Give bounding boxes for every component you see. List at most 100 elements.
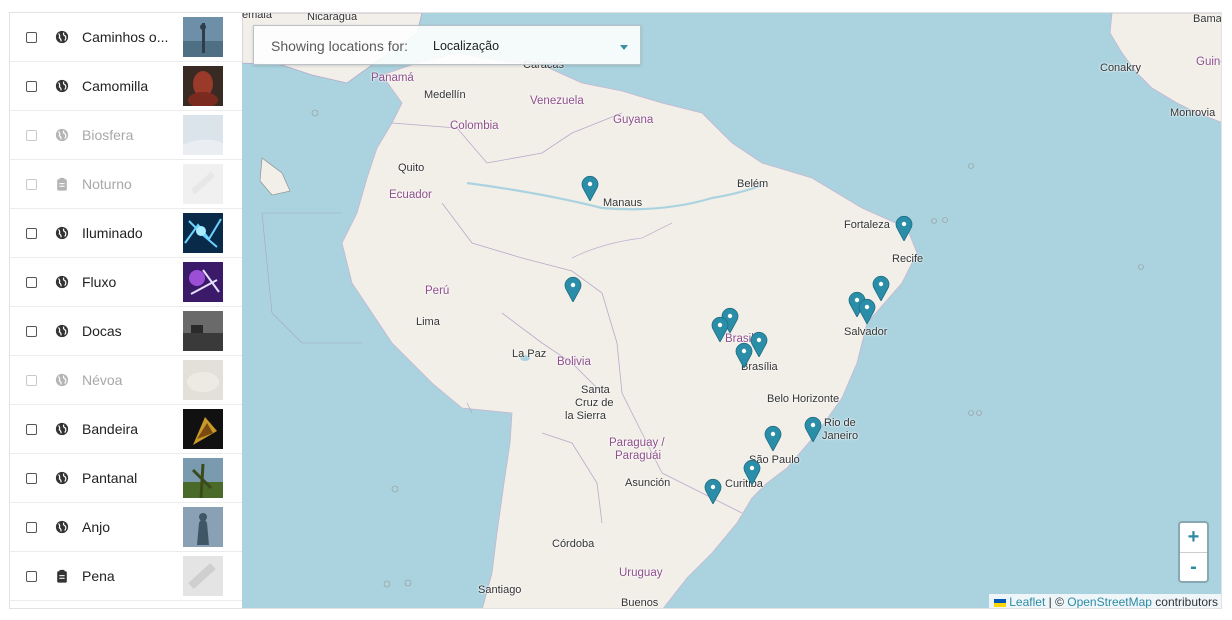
map-view[interactable]: emala Nicaragua Panamá Medellín Colombia… <box>242 13 1221 609</box>
globe-icon <box>55 422 69 436</box>
layer-label: Pena <box>82 568 115 584</box>
map-label: Ecuador <box>389 189 432 201</box>
list-item[interactable]: Camomilla <box>10 62 242 111</box>
map-label: Colombia <box>450 120 499 132</box>
map-label: Cruz de <box>575 397 614 409</box>
globe-icon <box>55 275 69 289</box>
layer-checkbox[interactable] <box>26 522 37 533</box>
map-label: Guinée <box>1196 56 1221 68</box>
map-marker[interactable] <box>895 215 913 241</box>
map-marker[interactable] <box>735 342 753 368</box>
list-item[interactable]: Anjo <box>10 503 242 552</box>
layer-label: Camomilla <box>82 78 149 94</box>
layer-checkbox[interactable] <box>26 571 37 582</box>
map-marker[interactable] <box>858 298 876 324</box>
layer-label: Iluminado <box>82 225 143 241</box>
zoom-control: + - <box>1178 521 1209 583</box>
map-label: La Paz <box>512 348 547 360</box>
openstreetmap-link[interactable]: OpenStreetMap <box>1067 595 1152 608</box>
layer-checkbox[interactable] <box>26 130 37 141</box>
list-item[interactable]: Caminhos o... <box>10 13 242 62</box>
layer-thumbnail <box>183 556 223 596</box>
list-item[interactable]: Noturno <box>10 160 242 209</box>
list-item[interactable]: Bandeira <box>10 405 242 454</box>
attribution-contributors: contributors <box>1151 595 1218 609</box>
map-label: Córdoba <box>552 538 595 550</box>
layer-thumbnail <box>183 115 223 155</box>
layer-thumbnail <box>183 164 223 204</box>
layer-checkbox[interactable] <box>26 326 37 337</box>
layer-checkbox[interactable] <box>26 228 37 239</box>
list-item[interactable]: Docas <box>10 307 242 356</box>
map-label: Janeiro <box>822 430 859 442</box>
map-label: Manaus <box>603 197 643 209</box>
map-label: Santiago <box>478 584 522 596</box>
layer-label: Fluxo <box>82 274 117 290</box>
list-item[interactable]: Pantanal <box>10 454 242 503</box>
globe-icon <box>55 128 69 142</box>
map-label: Asunción <box>625 477 671 489</box>
layer-label: Biosfera <box>82 127 134 143</box>
map-label: Salvador <box>844 326 888 338</box>
leaflet-link[interactable]: Leaflet <box>1009 595 1045 608</box>
layer-checkbox[interactable] <box>26 375 37 386</box>
map-label: Lima <box>416 316 440 328</box>
zoom-out-button[interactable]: - <box>1180 552 1207 582</box>
globe-icon <box>55 226 69 240</box>
map-marker[interactable] <box>711 316 729 342</box>
globe-icon <box>55 373 69 387</box>
globe-icon <box>55 520 69 534</box>
layer-label: Docas <box>82 323 122 339</box>
layer-checkbox[interactable] <box>26 32 37 43</box>
map-marker[interactable] <box>764 425 782 451</box>
filter-selected-value[interactable]: Localização <box>433 39 499 53</box>
zoom-in-button[interactable]: + <box>1180 523 1207 552</box>
layer-label: Pantanal <box>82 470 138 486</box>
layer-thumbnail <box>183 409 223 449</box>
layer-checkbox[interactable] <box>26 179 37 190</box>
layer-thumbnail <box>183 311 223 351</box>
map-label: Rio de <box>824 417 856 429</box>
layer-thumbnail <box>183 262 223 302</box>
map-marker[interactable] <box>581 175 599 201</box>
layer-checkbox[interactable] <box>26 424 37 435</box>
map-label: Guyana <box>613 114 654 126</box>
globe-icon <box>55 79 69 93</box>
map-label: Monrovia <box>1170 107 1216 119</box>
layer-label: Névoa <box>82 372 123 388</box>
layer-thumbnail <box>183 66 223 106</box>
list-item[interactable]: Iluminado <box>10 209 242 258</box>
map-marker[interactable] <box>564 276 582 302</box>
layer-checkbox[interactable] <box>26 473 37 484</box>
list-item[interactable]: Biosfera <box>10 111 242 160</box>
layer-checkbox[interactable] <box>26 81 37 92</box>
map-label: Venezuela <box>530 95 584 107</box>
map-marker[interactable] <box>704 478 722 504</box>
map-attribution: Leaflet | © OpenStreetMap contributors <box>989 594 1221 609</box>
globe-icon <box>55 471 69 485</box>
layer-label: Bandeira <box>82 421 139 437</box>
globe-icon <box>55 324 69 338</box>
map-label: Nicaragua <box>307 13 358 23</box>
layer-label: Anjo <box>82 519 111 535</box>
list-item[interactable]: Pena <box>10 552 242 601</box>
caret-down-icon[interactable] <box>620 45 628 50</box>
map-label: Santa <box>581 384 610 396</box>
map-label: Quito <box>398 162 425 174</box>
globe-icon <box>55 30 69 44</box>
map-label: Panamá <box>371 72 414 84</box>
map-marker[interactable] <box>743 459 761 485</box>
map-marker[interactable] <box>804 416 822 442</box>
list-item[interactable]: Névoa <box>10 356 242 405</box>
layer-checkbox[interactable] <box>26 277 37 288</box>
layer-thumbnail <box>183 458 223 498</box>
location-filter-dropdown[interactable]: Showing locations for: Localização <box>253 25 641 65</box>
app-window: Caminhos o... Camomilla Biosfera Noturno… <box>9 12 1222 609</box>
list-item[interactable]: Fluxo <box>10 258 242 307</box>
map-label: Uruguay <box>619 567 663 579</box>
map-label: Perú <box>425 285 450 297</box>
map-label: Fortaleza <box>844 219 890 231</box>
layer-thumbnail <box>183 17 223 57</box>
filter-label: Showing locations for: <box>271 38 408 54</box>
map-label: Paraguái <box>615 450 662 462</box>
